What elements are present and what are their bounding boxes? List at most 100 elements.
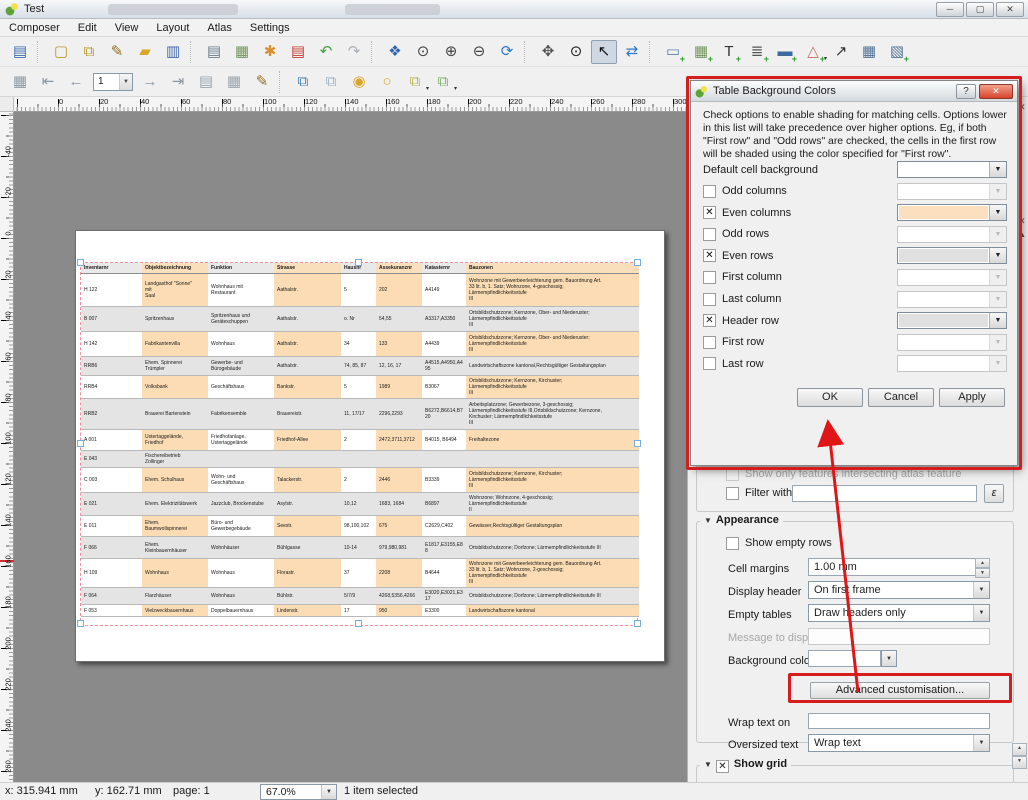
export-as-svg-button[interactable]: ✱ [257,40,283,64]
show-empty-rows-checkbox[interactable] [726,537,739,550]
zoom-level-select[interactable]: 67.0%▼ [260,784,337,800]
panel-close-icon[interactable]: ✕ [1018,102,1026,113]
scroll-up-icon[interactable]: ▲ [1012,743,1027,756]
checkbox-header-row[interactable]: ✕ [703,314,716,327]
zoom-full-extent-button[interactable]: ❖ [382,40,408,64]
unlock-items-button[interactable]: ○ [374,70,400,94]
color-dropdown-even-rows[interactable]: ▼ [897,247,1007,264]
advanced-customisation-button[interactable]: Advanced customisation... [810,682,990,699]
spinner-down-icon[interactable]: ▼ [975,568,990,578]
maximize-button[interactable]: ▢ [966,2,994,17]
new-composition-button[interactable]: ▢ [48,40,74,64]
selection-handle[interactable] [634,440,641,447]
selection-handle[interactable] [77,259,84,266]
ungroup-items-button[interactable]: ⧉ [318,70,344,94]
checkbox-even-rows[interactable]: ✕ [703,249,716,262]
table-frame-selection[interactable]: InventarnrObjektbezeichnungFunktionStras… [80,262,638,626]
atlas-settings-button[interactable]: ✎ [249,70,275,94]
panel-scroll-up-icon[interactable]: ▲ [1019,232,1026,239]
redo-button[interactable]: ↷ [341,40,367,64]
menu-item-view[interactable]: View [106,20,148,36]
cell-margins-spinner[interactable]: ▲▼ [975,558,990,576]
filter-with-input[interactable] [792,485,977,502]
add-image-button[interactable]: ▦+ [688,40,714,64]
background-color-dropdown[interactable]: ▼ [881,650,897,667]
cancel-button[interactable]: Cancel [868,388,934,407]
checkbox-even-columns[interactable]: ✕ [703,206,716,219]
save-project-button[interactable]: ▤ [7,40,33,64]
selection-handle[interactable] [77,440,84,447]
add-arrow-button[interactable]: ↗ [828,40,854,64]
lower-items-button[interactable]: ⧉▾ [430,70,456,94]
filter-with-checkbox[interactable] [726,487,739,500]
oversized-text-select[interactable]: Wrap text▼ [808,734,990,752]
select-move-item-button[interactable]: ↖ [591,40,617,64]
dialog-close-button[interactable]: ✕ [979,84,1013,99]
checkbox-odd-columns[interactable] [703,185,716,198]
minimize-button[interactable]: ─ [936,2,964,17]
spinner-up-icon[interactable]: ▲ [975,558,990,568]
wrap-text-on-input[interactable] [808,713,990,729]
ok-button[interactable]: OK [797,388,863,407]
export-as-image-button[interactable]: ▦ [229,40,255,64]
open-composition-button[interactable]: ▰ [132,40,158,64]
zoom-out-button[interactable]: ⊖ [466,40,492,64]
color-dropdown-even-columns[interactable]: ▼ [897,204,1007,221]
export-atlas-button[interactable]: ▦ [221,70,247,94]
menu-item-atlas[interactable]: Atlas [198,20,240,36]
add-scalebar-button[interactable]: ▬+ [772,40,798,64]
atlas-next-feature-button[interactable]: → [137,70,163,94]
expression-builder-button[interactable]: ε [984,484,1004,503]
selection-handle[interactable] [634,620,641,627]
dialog-help-button[interactable]: ? [956,84,976,99]
refresh-view-button[interactable]: ⟳ [494,40,520,64]
checkbox-odd-rows[interactable] [703,228,716,241]
add-legend-button[interactable]: ≣+ [744,40,770,64]
show-grid-section-header[interactable]: ▼✕Show grid [700,758,791,773]
add-new-map-button[interactable]: ▭+ [660,40,686,64]
print-atlas-button[interactable]: ▤ [193,70,219,94]
atlas-last-feature-button[interactable]: ⇥ [165,70,191,94]
atlas-preview-button[interactable]: ▦ [7,70,33,94]
zoom-tool-button[interactable]: ⊙ [563,40,589,64]
move-item-content-button[interactable]: ⇄ [619,40,645,64]
selection-handle[interactable] [355,259,362,266]
appearance-section-header[interactable]: ▼Appearance [700,514,783,526]
color-dropdown-header-row[interactable]: ▼ [897,312,1007,329]
selection-handle[interactable] [355,620,362,627]
checkbox-last-column[interactable] [703,293,716,306]
print-button[interactable]: ▤ [201,40,227,64]
dialog-titlebar[interactable]: Table Background Colors ? ✕ [691,81,1017,102]
export-as-pdf-button[interactable]: ▤ [285,40,311,64]
menu-item-edit[interactable]: Edit [69,20,106,36]
attribute-table[interactable]: InventarnrObjektbezeichnungFunktionStras… [81,263,639,617]
menu-item-composer[interactable]: Composer [0,20,69,36]
show-grid-checkbox[interactable]: ✕ [716,760,729,773]
selection-handle[interactable] [77,620,84,627]
background-color-well[interactable] [808,650,881,667]
checkbox-last-row[interactable] [703,357,716,370]
atlas-first-feature-button[interactable]: ⇤ [35,70,61,94]
cell-margins-input[interactable]: 1.00 mm [808,558,990,576]
atlas-previous-feature-button[interactable]: ← [63,70,89,94]
display-header-select[interactable]: On first frame▼ [808,581,990,599]
duplicate-composition-button[interactable]: ⧉ [76,40,102,64]
checkbox-first-row[interactable] [703,336,716,349]
panel-close-icon[interactable]: ✕ [1018,216,1026,227]
lock-items-button[interactable]: ◉ [346,70,372,94]
close-button[interactable]: ✕ [996,2,1024,17]
panel-scrollbar[interactable]: ▲▼ [1012,743,1027,769]
group-items-button[interactable]: ⧉ [290,70,316,94]
save-as-button[interactable]: ▥ [160,40,186,64]
selection-handle[interactable] [634,259,641,266]
menu-item-layout[interactable]: Layout [147,20,198,36]
pan-tool-button[interactable]: ✥ [535,40,561,64]
apply-button[interactable]: Apply [939,388,1005,407]
add-shape-button[interactable]: △+▾ [800,40,826,64]
add-html-frame-button[interactable]: ▧+ [884,40,910,64]
add-label-button[interactable]: T+ [716,40,742,64]
atlas-page-combobox[interactable]: 1▼ [93,73,133,91]
menu-item-settings[interactable]: Settings [241,20,299,36]
add-attribute-table-button[interactable]: ▦ [856,40,882,64]
undo-button[interactable]: ↶ [313,40,339,64]
